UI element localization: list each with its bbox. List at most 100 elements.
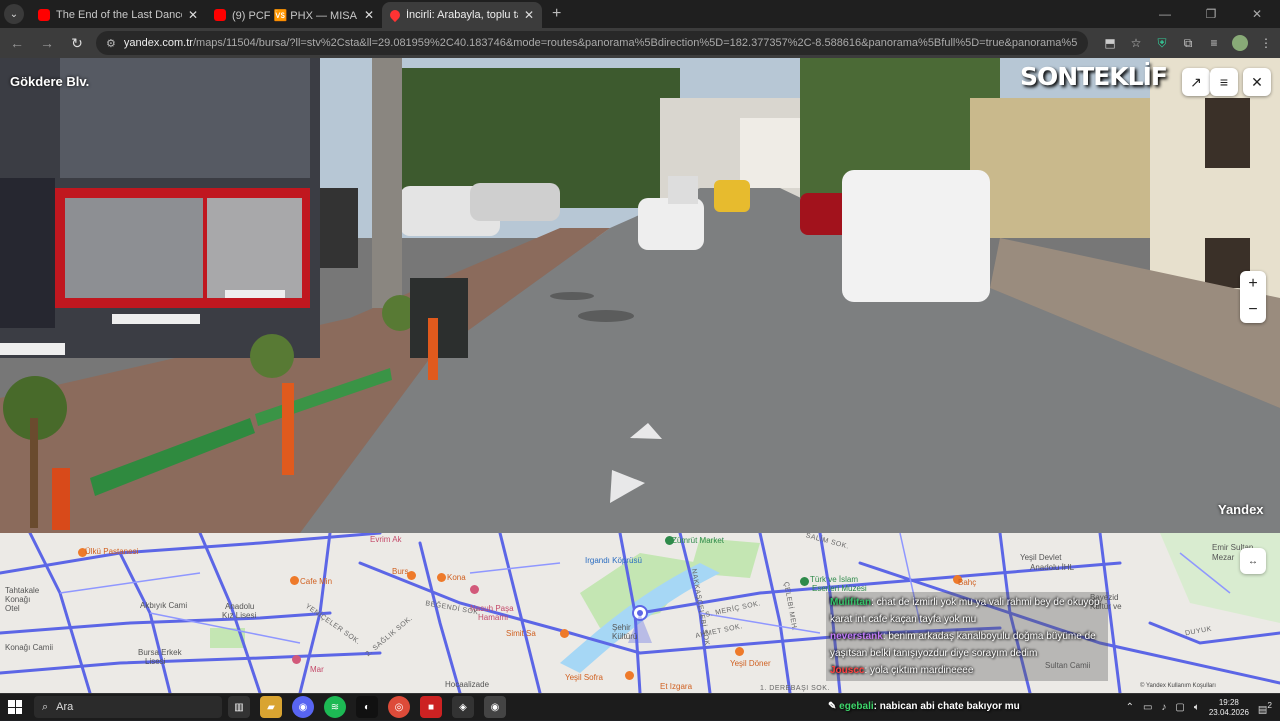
- poi-museum-icon[interactable]: [800, 577, 809, 586]
- extensions-icon[interactable]: ⧉: [1180, 36, 1196, 51]
- toolbar-icons: ⬒ ☆ ⛨ ⧉ ≡ ⋮: [1102, 35, 1274, 51]
- map-label: Kona: [447, 573, 466, 582]
- taskbar-search[interactable]: ⌕ Ara: [34, 696, 222, 718]
- browser-tab-strip: ⌄ The End of the Last Dance | Mi ✕ (9) P…: [0, 0, 1280, 28]
- map-label: Cafe Min: [300, 577, 333, 586]
- close-tab-icon[interactable]: ✕: [188, 8, 198, 22]
- menu-kebab-icon[interactable]: ⋮: [1258, 36, 1274, 50]
- map-label: Yeşil Sofra: [565, 673, 603, 682]
- poi-landmark-icon[interactable]: [470, 585, 479, 594]
- map-label: Konağı: [5, 595, 31, 604]
- tab-title: The End of the Last Dance | Mi: [56, 9, 182, 21]
- close-tab-icon[interactable]: ✕: [524, 8, 534, 22]
- forward-icon[interactable]: →: [36, 32, 58, 54]
- poi-cafe-icon[interactable]: [560, 629, 569, 638]
- browser-tab-1[interactable]: The End of the Last Dance | Mi ✕: [30, 2, 206, 28]
- poi-cafe-icon[interactable]: [625, 671, 634, 680]
- media-control-icon[interactable]: ≡: [1206, 36, 1222, 50]
- tab-title: İncirli: Arabayla, toplu taşımayla: [406, 9, 518, 21]
- map-label: Hocaalizade: [445, 680, 490, 689]
- display-icon[interactable]: ▢: [1175, 702, 1184, 713]
- browser-tab-3[interactable]: İncirli: Arabayla, toplu taşımayla ✕: [382, 2, 542, 28]
- map-expand-icon[interactable]: ↔: [1240, 548, 1266, 574]
- zoom-out-button[interactable]: −: [1240, 297, 1266, 323]
- tab-search-button[interactable]: ⌄: [4, 4, 24, 24]
- obs-icon[interactable]: ◉: [484, 696, 506, 718]
- chat-message-latest: ✎ egebali: nabican abi chate bakıyor mu: [828, 701, 1020, 712]
- vpn-extension-icon[interactable]: ⛨: [1154, 36, 1170, 51]
- map-label: Türk ve İslam: [810, 575, 859, 584]
- app-icon[interactable]: ■: [420, 696, 442, 718]
- maximize-icon[interactable]: ❐: [1188, 0, 1234, 28]
- profile-avatar[interactable]: [1232, 35, 1248, 51]
- mic-icon[interactable]: ♪: [1161, 702, 1166, 713]
- chrome-icon[interactable]: ◎: [388, 696, 410, 718]
- close-window-icon[interactable]: ✕: [1234, 0, 1280, 28]
- app-icon[interactable]: ◐: [356, 696, 378, 718]
- chat-text: : chat de izmirli yok mu ya vali rahmi b…: [830, 597, 1100, 625]
- stream-chat-overlay: Mulifitan: chat de izmirli yok mu ya val…: [826, 592, 1108, 681]
- menu-icon[interactable]: ≡: [1210, 68, 1238, 96]
- zoom-in-button[interactable]: +: [1240, 271, 1266, 297]
- map-label: Mar: [310, 665, 324, 674]
- map-label: Lisesi: [145, 657, 166, 666]
- map-label: Evrim Ak: [370, 535, 402, 544]
- chat-text: : yola çıktım mardineeee: [864, 665, 974, 676]
- map-street-label: 1. DEREBAŞI SOK.: [760, 685, 830, 692]
- address-bar[interactable]: ⚙ yandex.com.tr/maps/11504/bursa/?ll=stv…: [96, 31, 1088, 55]
- street-panorama[interactable]: Gökdere Blv. SONTEKLİF ↗ ≡ ✕ + − Yandex: [0, 58, 1280, 533]
- map-label: Bahç: [958, 578, 977, 587]
- browser-tab-2[interactable]: (9) PCF 🆚 PHX — MISA 🆚 SU ✕: [206, 2, 382, 28]
- minimize-icon[interactable]: —: [1142, 0, 1188, 28]
- reload-icon[interactable]: ↻: [66, 32, 88, 54]
- close-tab-icon[interactable]: ✕: [364, 8, 374, 22]
- poi-landmark-icon[interactable]: [292, 655, 301, 664]
- chat-message: Jouscc: yola çıktım mardineeee: [830, 662, 1104, 679]
- map-label: Hamamı: [478, 613, 509, 622]
- new-tab-button[interactable]: +: [552, 5, 561, 23]
- street-name-label: Gökdere Blv.: [10, 74, 90, 89]
- system-tray: ⌃ ▭ ♪ ▢ 🔈︎ 19:28 23.04.2026 ▤2: [1126, 694, 1272, 721]
- map-label: Irgandı Köprüsü: [585, 556, 642, 565]
- search-placeholder: Ara: [56, 701, 74, 713]
- map-label: Burs: [392, 567, 409, 576]
- map-label: Mezar: [1212, 553, 1235, 562]
- volume-icon[interactable]: 🔈︎: [1194, 702, 1200, 713]
- poi-cafe-icon[interactable]: [290, 576, 299, 585]
- tab-title: (9) PCF 🆚 PHX — MISA 🆚 SU: [232, 9, 358, 22]
- task-view-icon[interactable]: ▥: [228, 696, 250, 718]
- windows-taskbar: ⌕ Ara ▥ ▰ ◉ ≋ ◐ ◎ ■ ◈ ◉ ⌃ ▭ ♪ ▢ 🔈︎ 19:28…: [0, 693, 1280, 720]
- bookmark-star-icon[interactable]: ☆: [1128, 36, 1144, 50]
- map-label: Kültürü: [612, 632, 638, 641]
- app-icon[interactable]: ◈: [452, 696, 474, 718]
- network-icon[interactable]: ▭: [1143, 702, 1152, 713]
- open-in-new-icon[interactable]: ↗: [1182, 68, 1210, 96]
- chat-username: Mulifitan: [830, 597, 872, 608]
- url-text: yandex.com.tr/maps/11504/bursa/?ll=stv%2…: [123, 37, 1078, 49]
- install-app-icon[interactable]: ⬒: [1102, 36, 1118, 50]
- taskbar-clock[interactable]: 19:28 23.04.2026: [1209, 698, 1249, 718]
- spotify-icon[interactable]: ≋: [324, 696, 346, 718]
- discord-icon[interactable]: ◉: [292, 696, 314, 718]
- windows-start-icon[interactable]: [8, 700, 22, 714]
- back-icon[interactable]: ←: [6, 32, 28, 54]
- map-label: Et Izgara: [660, 682, 693, 691]
- poi-cafe-icon[interactable]: [735, 647, 744, 656]
- site-info-icon[interactable]: ⚙: [106, 37, 116, 50]
- chat-text: : nabican abi chate bakıyor mu: [873, 701, 1020, 712]
- map-label: Yeşil Devlet: [1020, 553, 1062, 562]
- close-panorama-icon[interactable]: ✕: [1243, 68, 1271, 96]
- map-label: Şehir: [612, 623, 631, 632]
- file-explorer-icon[interactable]: ▰: [260, 696, 282, 718]
- clock-time: 19:28: [1218, 697, 1239, 707]
- tray-chevron-icon[interactable]: ⌃: [1126, 702, 1134, 713]
- notification-icon[interactable]: ▤2: [1258, 700, 1272, 715]
- map-label: Bursa Erkek: [138, 648, 182, 657]
- poi-cafe-icon[interactable]: [437, 573, 446, 582]
- map-label: Simit Sa: [506, 629, 536, 638]
- map-label: Zümrüt Market: [672, 536, 725, 545]
- stream-watermark: SONTEKLİF: [1020, 62, 1168, 91]
- chat-username: egebali: [839, 701, 874, 712]
- chat-username: Jouscc: [830, 665, 865, 676]
- map-copyright[interactable]: © Yandex Kullanım Koşulları: [1140, 683, 1216, 689]
